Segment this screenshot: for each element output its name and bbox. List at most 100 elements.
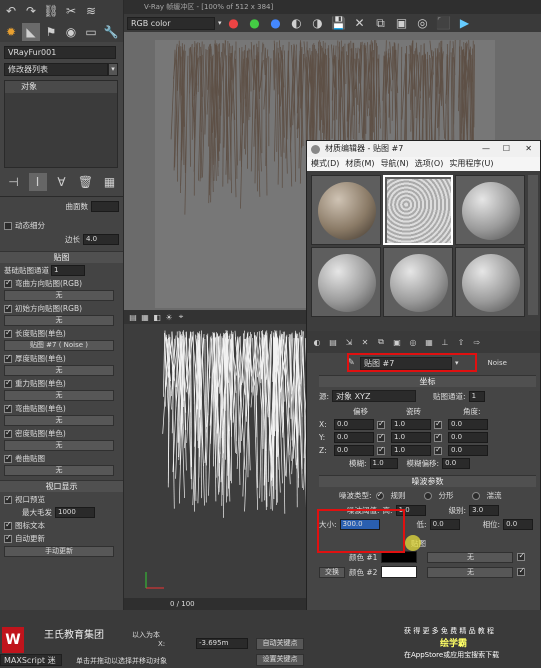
map-type-button[interactable]: Noise — [488, 359, 507, 367]
max-hairs-field[interactable]: 1000 — [55, 507, 95, 518]
grid-icon[interactable]: ▦ — [140, 312, 150, 322]
duplicate-icon[interactable]: ⧉ — [372, 14, 390, 32]
map-row-button[interactable]: 无 — [4, 290, 114, 301]
offset-field[interactable]: 0.0 — [334, 419, 374, 430]
color1-map-checkbox[interactable] — [517, 551, 526, 561]
menu-item[interactable]: 实用程序(U) — [449, 157, 493, 171]
noise-type-fractal-radio[interactable] — [423, 491, 432, 500]
assign-material-icon[interactable]: ⇲ — [343, 336, 355, 348]
close-icon[interactable]: ✕ — [525, 141, 532, 157]
menu-item[interactable]: 模式(D) — [311, 157, 339, 171]
color1-map-button[interactable]: 无 — [427, 551, 514, 563]
noise-type-turbulence-radio[interactable] — [471, 491, 480, 500]
map-row-button[interactable]: 贴图 #7 ( Noise ) — [4, 340, 114, 351]
map-row-button[interactable]: 无 — [4, 465, 114, 476]
color2-swatch[interactable] — [381, 566, 418, 578]
minimize-icon[interactable]: — — [482, 141, 490, 157]
camera-icon[interactable]: ⌖ — [176, 312, 186, 322]
make-unique-icon[interactable]: ⧉ — [375, 336, 387, 348]
angle-field[interactable]: 0.0 — [448, 419, 488, 430]
render-icon[interactable]: ▶ — [456, 14, 474, 32]
mono-icon[interactable]: ◑ — [309, 14, 327, 32]
map-row-button[interactable]: 无 — [4, 365, 114, 376]
tile-checkbox[interactable] — [434, 419, 442, 429]
color2-map-checkbox[interactable] — [517, 566, 526, 576]
motion-tab-icon[interactable]: ◉ — [62, 23, 80, 41]
redo-icon[interactable]: ↷ — [22, 2, 40, 20]
map-row-checkbox[interactable] — [4, 328, 12, 338]
maps-rollout-header[interactable]: 贴图 — [0, 251, 123, 263]
viewport-preview-checkbox[interactable] — [4, 494, 12, 504]
color2-map-button[interactable]: 无 — [427, 566, 514, 578]
sample-slot[interactable] — [311, 175, 381, 245]
utilities-tab-icon[interactable]: 🔧 — [102, 23, 120, 41]
mirror-checkbox[interactable] — [377, 445, 385, 455]
offset-field[interactable]: 0.0 — [334, 432, 374, 443]
create-tab-icon[interactable]: ✹ — [2, 23, 20, 41]
map-row-checkbox[interactable] — [4, 428, 12, 438]
map-row-button[interactable]: 无 — [4, 415, 114, 426]
viewport-menu-icon[interactable]: ▤ — [128, 312, 138, 322]
auto-update-checkbox[interactable] — [4, 533, 12, 543]
sample-slot[interactable] — [455, 247, 525, 317]
coordinates-rollout-header[interactable]: 坐标 — [319, 375, 536, 387]
icon-text-checkbox[interactable] — [4, 520, 12, 530]
noise-type-regular-radio[interactable] — [375, 490, 384, 500]
low-field[interactable]: 0.0 — [429, 519, 460, 530]
chevron-down-icon[interactable]: ▾ — [218, 19, 222, 27]
green-channel-icon[interactable]: ● — [246, 14, 264, 32]
map-row-checkbox[interactable] — [4, 378, 12, 388]
z-coord-field[interactable]: -3.695m — [196, 638, 248, 649]
angle-field[interactable]: 0.0 — [448, 445, 488, 456]
put-to-scene-icon[interactable]: ▤ — [327, 336, 339, 348]
show-map-icon[interactable]: ▦ — [423, 336, 435, 348]
sample-slot[interactable] — [383, 247, 453, 317]
mirror-checkbox[interactable] — [377, 432, 385, 442]
map-row-button[interactable]: 无 — [4, 440, 114, 451]
show-end-result-icon[interactable]: Ⅰ — [28, 173, 47, 191]
put-to-library-icon[interactable]: ▣ — [391, 336, 403, 348]
dynamic-subdiv-checkbox[interactable] — [4, 221, 12, 230]
go-to-parent-icon[interactable]: ⇧ — [455, 336, 467, 348]
set-key-button[interactable]: 设置关键点 — [256, 654, 304, 666]
blur-field[interactable]: 1.0 — [369, 458, 398, 469]
levels-field[interactable]: 3.0 — [469, 505, 500, 516]
save-image-icon[interactable]: 💾 — [330, 14, 348, 32]
unlink-icon[interactable]: ✂ — [62, 2, 80, 20]
bend-count-field[interactable] — [91, 201, 119, 212]
tiling-field[interactable]: 1.0 — [391, 432, 431, 443]
red-channel-icon[interactable]: ● — [225, 14, 243, 32]
render-region-icon[interactable]: ▣ — [393, 14, 411, 32]
menu-item[interactable]: 导航(N) — [381, 157, 409, 171]
display-tab-icon[interactable]: ▭ — [82, 23, 100, 41]
clear-image-icon[interactable]: ✕ — [351, 14, 369, 32]
swap-button[interactable]: 交换 — [319, 566, 345, 578]
track-mouse-icon[interactable]: ◎ — [414, 14, 432, 32]
edge-length-field[interactable]: 4.0 — [83, 234, 119, 245]
reset-map-icon[interactable]: ✕ — [359, 336, 371, 348]
map-row-button[interactable]: 无 — [4, 390, 114, 401]
stack-item[interactable]: 对象 — [5, 81, 117, 93]
shading-icon[interactable]: ◧ — [152, 312, 162, 322]
map-row-checkbox[interactable] — [4, 353, 12, 363]
base-map-channel-field[interactable]: 1 — [51, 265, 85, 276]
maxscript-listener[interactable]: MAXScript 迷 — [0, 654, 62, 666]
tile-checkbox[interactable] — [434, 432, 442, 442]
tile-checkbox[interactable] — [434, 445, 442, 455]
pin-stack-icon[interactable]: ⊣ — [5, 173, 23, 191]
perspective-viewport[interactable]: ▤ ▦ ◧ ☀ ⌖ — [124, 310, 314, 610]
channel-dropdown[interactable]: RGB color — [127, 16, 215, 30]
sample-slot[interactable] — [311, 247, 381, 317]
tiling-field[interactable]: 1.0 — [391, 419, 431, 430]
object-name-field[interactable]: VRayFur001 — [4, 46, 116, 59]
map-row-checkbox[interactable] — [4, 403, 12, 413]
alpha-channel-icon[interactable]: ◐ — [288, 14, 306, 32]
modify-tab-icon[interactable]: ◣ — [22, 23, 40, 41]
get-material-icon[interactable]: ◐ — [311, 336, 323, 348]
hierarchy-tab-icon[interactable]: ⚑ — [42, 23, 60, 41]
go-forward-sibling-icon[interactable]: ⇨ — [471, 336, 483, 348]
blue-channel-icon[interactable]: ● — [267, 14, 285, 32]
viewport-display-header[interactable]: 视口显示 — [0, 480, 123, 492]
material-id-icon[interactable]: ◎ — [407, 336, 419, 348]
menu-item[interactable]: 选项(O) — [415, 157, 444, 171]
